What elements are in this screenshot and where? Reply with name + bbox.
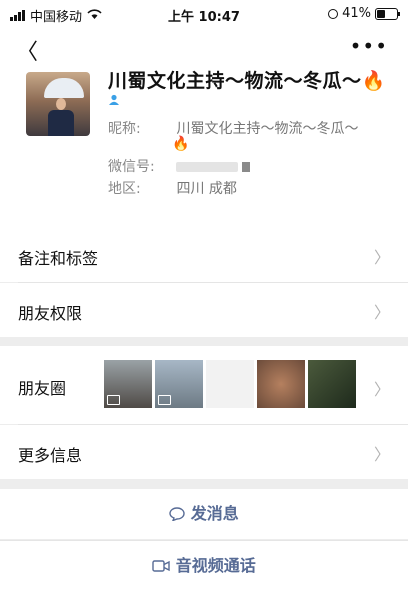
chevron-right-icon: 〉 — [373, 303, 390, 322]
send-message-button[interactable]: 发消息 — [0, 489, 408, 539]
avatar[interactable] — [26, 72, 90, 136]
profile-card: 〈 ••• 川蜀文化主持～物流～冬瓜～🔥 昵称: 川蜀文化主持～物流～冬瓜～ 🔥… — [0, 28, 408, 228]
moments-item[interactable]: 朋友圈 〉 — [0, 346, 408, 424]
chevron-right-icon: 〉 — [373, 380, 390, 399]
video-call-label: 音视频通话 — [175, 556, 256, 575]
video-call-button[interactable]: 音视频通话 — [0, 541, 408, 591]
more-info-item[interactable]: 更多信息 〉 — [0, 425, 408, 479]
status-bar: 中国移动 上午 10:47 41% — [0, 0, 408, 28]
nickname-value: 川蜀文化主持～物流～冬瓜～ — [176, 121, 359, 137]
nickname-emoji: 🔥 — [172, 136, 190, 152]
profile-name: 川蜀文化主持～物流～冬瓜～🔥 — [108, 70, 386, 92]
send-message-label: 发消息 — [190, 504, 239, 523]
moments-label: 朋友圈 — [18, 379, 67, 398]
friend-permissions-item[interactable]: 朋友权限 〉 — [0, 283, 408, 337]
moments-thumbnail — [155, 360, 203, 408]
back-icon[interactable]: 〈 — [16, 34, 38, 66]
wechat-id-label: 微信号: — [108, 159, 155, 175]
nickname-label: 昵称: — [108, 121, 141, 137]
wechat-id-redacted — [176, 162, 239, 172]
chevron-right-icon: 〉 — [373, 445, 390, 464]
nickname-row: 昵称: 川蜀文化主持～物流～冬瓜～ — [108, 118, 358, 138]
notes-tags-item[interactable]: 备注和标签 〉 — [0, 228, 408, 282]
video-icon — [158, 395, 171, 405]
moments-thumbnail — [257, 360, 305, 408]
battery-icon — [375, 7, 400, 20]
region-value: 四川 成都 — [176, 181, 237, 197]
region-row: 地区: 四川 成都 — [108, 178, 237, 198]
orientation-lock-icon — [328, 8, 339, 19]
status-right: 41% — [328, 6, 400, 21]
wechat-id-row: 微信号: — [108, 156, 251, 176]
moments-thumbnail — [104, 360, 152, 408]
video-icon — [107, 395, 120, 405]
region-label: 地区: — [108, 181, 141, 197]
moments-thumbnail — [308, 360, 356, 408]
more-icon[interactable]: ••• — [350, 34, 388, 58]
chevron-right-icon: 〉 — [373, 248, 390, 267]
friend-permissions-label: 朋友权限 — [18, 304, 83, 323]
more-info-label: 更多信息 — [18, 446, 83, 465]
chat-bubble-icon — [169, 489, 185, 539]
moments-thumbnails — [104, 360, 356, 408]
battery-percent: 41% — [342, 6, 371, 21]
video-call-icon — [152, 541, 170, 591]
notes-tags-label: 备注和标签 — [18, 249, 99, 268]
male-gender-icon — [108, 94, 120, 109]
moments-thumbnail — [206, 360, 254, 408]
